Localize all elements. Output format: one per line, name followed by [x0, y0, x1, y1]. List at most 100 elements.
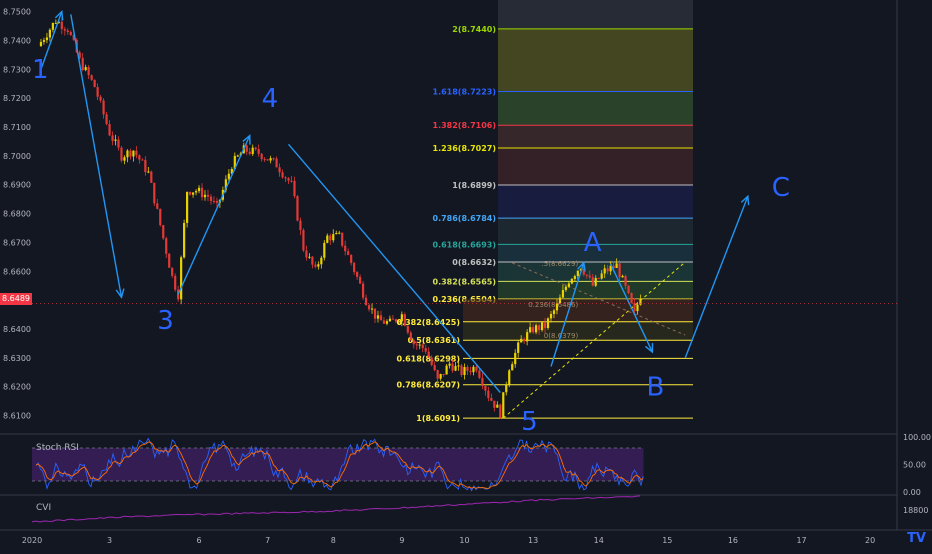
candle-body: [409, 332, 412, 341]
candle-body: [81, 57, 84, 71]
candle-body: [615, 263, 618, 268]
candle-body: [469, 370, 472, 373]
candle-body: [418, 344, 421, 346]
tradingview-logo[interactable]: TV: [907, 531, 926, 546]
candle-body: [126, 150, 129, 158]
candle-body: [517, 342, 520, 353]
candle-body: [412, 340, 415, 345]
candle-body: [448, 363, 451, 366]
candle-body: [150, 171, 153, 183]
candle-body: [549, 313, 553, 319]
candle-body: [144, 159, 147, 173]
candle-body: [203, 194, 207, 198]
candle-body: [606, 268, 609, 272]
candle-body: [424, 348, 427, 352]
candle-body: [520, 338, 523, 343]
fib-band: [498, 148, 693, 185]
candle-body: [529, 327, 532, 333]
candle-body: [633, 302, 636, 312]
price-axis-tick: 8.7100: [3, 123, 31, 132]
fib-level-label: 1(8.6899): [452, 181, 496, 190]
fib-band: [498, 28, 693, 92]
candle-body: [245, 145, 248, 152]
candle-body: [567, 283, 570, 287]
candle-body: [153, 182, 156, 204]
candle-body: [564, 286, 568, 291]
time-axis-tick: 15: [662, 536, 672, 545]
candle-body: [302, 230, 305, 251]
candle-body: [415, 344, 418, 346]
stoch-rsi-title: Stoch RSI: [36, 443, 79, 453]
candle-body: [505, 384, 508, 393]
candle-body: [260, 153, 263, 160]
candle-body: [66, 30, 69, 32]
candle-body: [460, 365, 463, 376]
candle-body: [90, 75, 93, 80]
candle-body: [388, 318, 392, 322]
time-axis-tick: 2020: [22, 536, 42, 545]
candle-body: [558, 297, 562, 304]
fib-band: [498, 91, 693, 126]
wave-label-1: 1: [32, 55, 49, 85]
candle-body: [236, 155, 239, 157]
candle-body: [394, 319, 397, 322]
candle-body: [359, 276, 362, 284]
candle-body: [135, 150, 138, 156]
candle-body: [397, 321, 400, 323]
wave-label-4: 4: [262, 84, 279, 114]
candle-body: [499, 404, 502, 418]
candle-body: [284, 177, 287, 179]
candle-body: [594, 277, 597, 286]
candle-body: [323, 242, 326, 258]
candle-body: [546, 318, 550, 328]
candle-body: [466, 367, 469, 371]
candle-body: [105, 114, 108, 125]
candle-body: [332, 234, 335, 241]
candle-body: [45, 37, 49, 41]
price-chart[interactable]: 8.7500 8.7400 8.7300 8.7200 8.7100 8.7000 8.69…: [0, 0, 932, 550]
candle-body: [391, 318, 395, 320]
candle-body: [197, 187, 201, 192]
candle-body: [129, 150, 132, 157]
candle-body: [114, 139, 117, 141]
candle-body: [93, 79, 96, 88]
current-price-badge: 8.6489: [0, 293, 32, 305]
candle-body: [442, 374, 445, 376]
candle-body: [463, 367, 466, 376]
candle-body: [42, 40, 46, 42]
fib-level-label: 1(8.6091): [416, 414, 460, 423]
candle-body: [367, 305, 371, 310]
candle-body: [314, 264, 317, 267]
candle-body: [478, 370, 481, 378]
candle-body: [627, 285, 630, 294]
candle-body: [305, 250, 308, 258]
stoch-axis-tick: 50.00: [903, 461, 926, 470]
candle-body: [212, 200, 216, 202]
chart-root[interactable]: 8.7500 8.7400 8.7300 8.7200 8.7100 8.7000 8.69…: [0, 0, 932, 550]
candle-body: [454, 365, 457, 371]
candle-body: [117, 139, 120, 148]
candle-body: [490, 397, 493, 401]
candle-body: [102, 100, 105, 115]
candle-body: [451, 363, 454, 371]
candle-body: [341, 232, 344, 246]
candle-body: [376, 315, 380, 319]
candle-body: [603, 268, 606, 274]
candle-body: [51, 22, 54, 30]
price-axis-tick: 8.6300: [3, 354, 31, 363]
fib-level-label: 1.382(8.7106): [433, 121, 497, 130]
price-axis-tick: 8.6100: [3, 412, 31, 421]
candle-body: [508, 370, 511, 385]
candle-body: [165, 238, 168, 254]
candle-body: [514, 352, 517, 365]
candle-body: [561, 290, 565, 298]
candle-body: [183, 222, 186, 258]
candle-body: [281, 172, 284, 178]
candle-body: [174, 275, 177, 290]
candle-body: [159, 208, 162, 226]
time-axis-tick: 3: [107, 536, 112, 545]
candle-body: [350, 254, 353, 263]
price-axis-tick: 8.7500: [3, 8, 31, 17]
candle-body: [493, 400, 496, 408]
candle-body: [457, 365, 460, 367]
